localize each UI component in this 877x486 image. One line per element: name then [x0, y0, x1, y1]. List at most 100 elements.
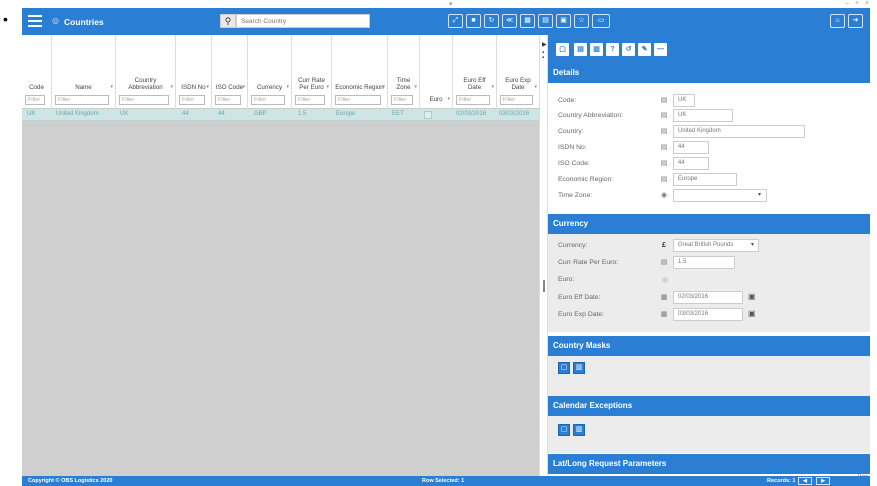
sort-icon[interactable]: ▾ [110, 84, 113, 90]
col-iso[interactable]: ISO Code ▾ Filter [212, 35, 248, 109]
menu-icon[interactable] [28, 15, 42, 27]
new-icon[interactable]: ▢ [556, 43, 569, 56]
filter-input[interactable]: Filter [295, 95, 325, 105]
minus-icon[interactable]: — [654, 43, 667, 56]
search-icon[interactable]: ⚲ [220, 14, 236, 28]
col-code[interactable]: Code Filter [22, 35, 52, 109]
country-field[interactable]: United Kingdom [673, 125, 805, 138]
window-controls[interactable]: – + × [845, 0, 871, 7]
filter-input[interactable]: Filter [456, 95, 490, 105]
panel-icon[interactable]: ▭ [592, 14, 610, 28]
home-icon[interactable]: ⌂ [830, 14, 845, 28]
code-field[interactable]: UK [673, 94, 695, 107]
iso-field[interactable]: 44 [673, 157, 709, 170]
exceptions-section-header[interactable]: Calendar Exceptions [548, 396, 870, 416]
splitter-grip[interactable] [543, 280, 545, 292]
delete-icon[interactable]: ▥ [590, 43, 603, 56]
col-region[interactable]: Economic Region ▾ Filter [332, 35, 388, 109]
sort-icon[interactable]: ▾ [534, 84, 537, 90]
detail-panel: ▢ ▤ ▥ ? ↺ ✎ — Details Code: ▤ UK Country… [548, 35, 870, 476]
region-label: Economic Region: [558, 176, 614, 183]
filter-input[interactable]: Filter [119, 95, 169, 105]
filter-input[interactable]: Filter [25, 95, 45, 105]
grid-icon[interactable]: ▦ [520, 14, 535, 28]
column-header: Euro [429, 96, 443, 103]
rate-field[interactable]: 1.5 [673, 256, 735, 269]
last-page-button[interactable]: ▶ [816, 477, 830, 485]
filter-input[interactable]: Filter [55, 95, 109, 105]
filter-input[interactable]: Filter [391, 95, 413, 105]
col-timezone[interactable]: Time Zone ▾ Filter [388, 35, 420, 109]
date-picker-icon[interactable]: ▣ [748, 291, 758, 302]
first-page-button[interactable]: ◀ [798, 477, 812, 485]
euro-checkbox[interactable] [424, 111, 432, 119]
sort-icon[interactable]: ▾ [326, 84, 329, 90]
share-icon[interactable]: ≪ [502, 14, 517, 28]
column-header: Euro Exp Date [505, 77, 531, 91]
col-euro-eff[interactable]: Euro Eff Date ▾ Filter [453, 35, 497, 109]
euro-exp-field[interactable]: 03/03/2016 [673, 308, 743, 321]
col-isdn[interactable]: ISDN No ▾ Filter [176, 35, 212, 109]
chevron-down-icon[interactable]: ▾ [758, 191, 761, 198]
delete-mask-button[interactable]: ▥ [573, 362, 585, 374]
print-icon[interactable]: ▣ [556, 14, 571, 28]
help-icon[interactable]: ? [606, 43, 619, 56]
text-field-icon: ▤ [660, 176, 668, 183]
col-euro-exp[interactable]: Euro Exp Date ▾ Filter [497, 35, 539, 109]
chevron-down-icon[interactable]: ▾ [751, 241, 754, 248]
isdn-field[interactable]: 44 [673, 141, 709, 154]
pane-splitter[interactable]: ▶ ▪ ▪ [539, 35, 548, 476]
region-field[interactable]: Europe [673, 173, 737, 186]
col-rate[interactable]: Curr Rate Per Euro ▾ Filter [292, 35, 332, 109]
euro-eff-field[interactable]: 02/03/2016 [673, 291, 743, 304]
column-header: Code [29, 84, 44, 91]
status-bar: Copyright © OBS Logistics 2020 Row Selec… [22, 476, 870, 486]
text-field-icon: ▤ [660, 97, 668, 104]
timezone-select[interactable] [673, 189, 767, 202]
sort-icon[interactable]: ▾ [170, 84, 173, 90]
document-icon[interactable]: ▤ [538, 14, 553, 28]
exit-icon[interactable]: ➜ [848, 14, 863, 28]
globe-icon: ◎ [52, 16, 59, 25]
sort-icon[interactable]: ▾ [447, 96, 450, 102]
sort-icon[interactable]: ▾ [414, 84, 417, 90]
add-mask-button[interactable]: ▢ [558, 362, 570, 374]
currency-section-header[interactable]: Currency [548, 214, 870, 234]
filter-input[interactable]: Filter [500, 95, 533, 105]
currency-select[interactable]: Great British Pounds [673, 239, 759, 252]
euro-toggle[interactable] [662, 277, 668, 283]
filter-input[interactable]: Filter [179, 95, 205, 105]
latlong-section-header[interactable]: Lat/Long Request Parameters [548, 454, 870, 474]
expand-icon[interactable]: ⤢ [448, 14, 463, 28]
sort-icon[interactable]: ▾ [242, 84, 245, 90]
drag-handle-icon[interactable]: ▪ ▪ [542, 50, 544, 61]
copy-icon[interactable]: ■ [466, 14, 481, 28]
undo-icon[interactable]: ↺ [622, 43, 635, 56]
add-exception-button[interactable]: ▢ [558, 424, 570, 436]
column-header: ISDN No [181, 84, 206, 91]
col-euro[interactable]: Euro ▾ [420, 35, 453, 109]
date-picker-icon[interactable]: ▣ [748, 308, 758, 319]
collapse-arrow-icon[interactable]: ▶ [542, 41, 547, 48]
search-input[interactable] [236, 14, 370, 28]
sort-icon[interactable]: ▾ [206, 84, 209, 90]
timezone-label: Time Zone: [558, 192, 593, 199]
refresh-icon[interactable]: ↻ [484, 14, 499, 28]
masks-section-header[interactable]: Country Masks [548, 336, 870, 356]
sort-icon[interactable]: ▾ [382, 84, 385, 90]
save-icon[interactable]: ▤ [574, 43, 587, 56]
col-abbreviation[interactable]: Country Abbreviation ▾ Filter [116, 35, 176, 109]
delete-exception-button[interactable]: ▥ [573, 424, 585, 436]
star-icon[interactable]: ☆ [574, 14, 589, 28]
sort-icon[interactable]: ▾ [286, 84, 289, 90]
col-name[interactable]: Name ▾ Filter [52, 35, 116, 109]
filter-input[interactable]: Filter [215, 95, 241, 105]
abbreviation-field[interactable]: UK [673, 109, 733, 122]
edit-icon[interactable]: ✎ [638, 43, 651, 56]
table-row[interactable]: UK United Kingdom UK 44 44 GBP 1.5 Europ… [22, 109, 539, 121]
sort-icon[interactable]: ▾ [491, 84, 494, 90]
details-section-header[interactable]: Details [548, 63, 870, 83]
filter-input[interactable]: Filter [335, 95, 381, 105]
filter-input[interactable]: Filter [251, 95, 285, 105]
col-currency[interactable]: Currency ▾ Filter [248, 35, 292, 109]
